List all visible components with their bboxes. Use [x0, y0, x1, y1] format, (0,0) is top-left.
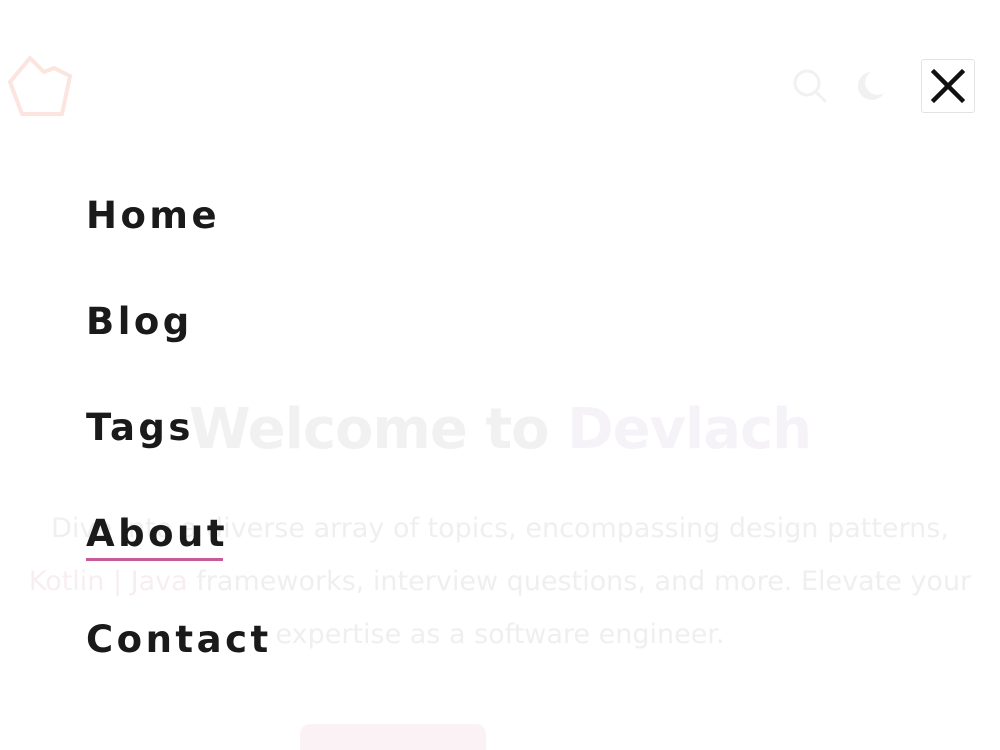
menu-item-contact[interactable]: Contact — [86, 618, 272, 662]
hero-description-part: frameworks, interview questions, and mor… — [187, 566, 972, 650]
active-indicator — [86, 558, 223, 561]
theme-toggle-button[interactable] — [854, 66, 894, 106]
menu-item-about[interactable]: About — [86, 512, 229, 561]
search-button[interactable] — [790, 66, 830, 106]
hero-cta-button[interactable] — [300, 724, 486, 750]
menu-item-label: About — [86, 512, 229, 555]
menu-item-label: Blog — [86, 300, 193, 343]
hero-description-highlight: Kotlin | Java — [28, 566, 188, 597]
moon-icon — [857, 72, 884, 100]
menu-item-blog[interactable]: Blog — [86, 300, 193, 344]
menu-item-label: Tags — [86, 406, 194, 449]
menu-item-home[interactable]: Home — [86, 194, 220, 238]
search-icon — [793, 69, 827, 103]
close-menu-button[interactable] — [921, 59, 975, 113]
crown-logo-icon[interactable] — [6, 52, 74, 120]
menu-item-tags[interactable]: Tags — [86, 406, 194, 450]
hero-title-prefix: Welcome to — [188, 397, 568, 462]
menu-item-label: Home — [86, 194, 221, 237]
menu-item-label: Contact — [86, 618, 272, 661]
page: Welcome to Devlach Dive into a diverse a… — [0, 0, 1000, 750]
hero-title-brand: Devlach — [567, 397, 812, 462]
close-icon — [930, 68, 966, 104]
